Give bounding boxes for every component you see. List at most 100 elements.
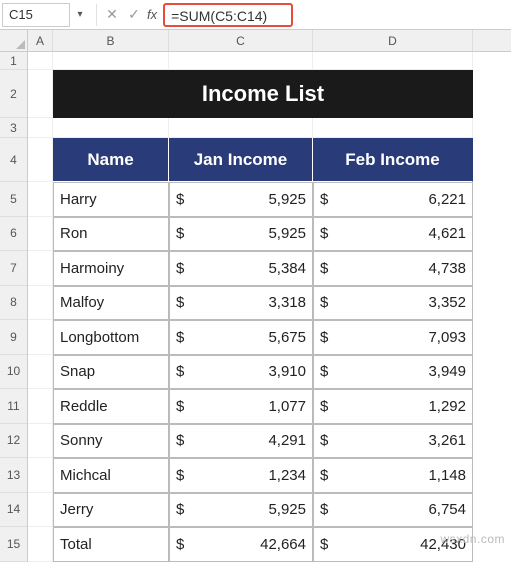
name-cell[interactable]: Longbottom [53,320,169,355]
feb-cell[interactable]: $6,221 [313,182,473,217]
jan-cell[interactable]: $4,291 [169,424,313,459]
title-banner[interactable]: Income List [53,70,473,118]
jan-cell[interactable]: $5,384 [169,251,313,286]
name-cell[interactable]: Michcal [53,458,169,493]
total-jan[interactable]: $42,664 [169,527,313,562]
jan-cell[interactable]: $3,318 [169,286,313,321]
cell-value: 6,754 [428,501,466,518]
cells: Income List Name Jan Income Feb Income H… [28,52,511,562]
row-header[interactable]: 5 [0,182,27,217]
name-cell[interactable]: Snap [53,355,169,390]
cell[interactable] [53,52,169,70]
jan-cell[interactable]: $1,077 [169,389,313,424]
cell[interactable] [28,286,53,321]
row-header[interactable]: 8 [0,286,27,321]
jan-cell[interactable]: $3,910 [169,355,313,390]
table-header-feb[interactable]: Feb Income [313,138,473,182]
cell-value: 5,384 [268,260,306,277]
cell-value: 1,292 [428,398,466,415]
jan-cell[interactable]: $1,234 [169,458,313,493]
currency-symbol: $ [320,363,328,380]
name-box[interactable]: C15 [2,3,70,27]
row-header[interactable]: 13 [0,458,27,493]
cell[interactable] [28,320,53,355]
cell[interactable] [28,389,53,424]
row-header[interactable]: 14 [0,493,27,528]
row-header[interactable]: 15 [0,527,27,562]
cell[interactable] [169,52,313,70]
jan-cell[interactable]: $5,925 [169,217,313,252]
cell-value: 5,925 [268,191,306,208]
spreadsheet: 1 2 3 4 5 6 7 8 9 10 11 12 13 14 15 A B … [0,30,511,576]
enter-icon[interactable]: ✓ [123,4,145,26]
cell[interactable] [313,118,473,138]
fx-icon[interactable]: fx [147,7,157,22]
row-header[interactable]: 6 [0,217,27,252]
currency-symbol: $ [320,398,328,415]
feb-cell[interactable]: $4,738 [313,251,473,286]
cell-value: 3,949 [428,363,466,380]
total-label[interactable]: Total [53,527,169,562]
cell-value: 5,675 [268,329,306,346]
feb-cell[interactable]: $1,292 [313,389,473,424]
row-header[interactable]: 7 [0,251,27,286]
cell[interactable] [28,118,53,138]
jan-cell[interactable]: $5,925 [169,182,313,217]
feb-cell[interactable]: $7,093 [313,320,473,355]
row-header[interactable]: 9 [0,320,27,355]
name-cell[interactable]: Sonny [53,424,169,459]
name-cell[interactable]: Harmoiny [53,251,169,286]
currency-symbol: $ [320,329,328,346]
cell[interactable] [28,355,53,390]
row-header[interactable]: 1 [0,52,27,70]
feb-cell[interactable]: $1,148 [313,458,473,493]
name-cell[interactable]: Harry [53,182,169,217]
table-header-jan[interactable]: Jan Income [169,138,313,182]
cell[interactable] [28,527,53,562]
currency-symbol: $ [320,260,328,277]
formula-input[interactable]: =SUM(C5:C14) [163,3,293,27]
cell-value: 1,077 [268,398,306,415]
col-header[interactable]: A [28,30,53,51]
row-header[interactable]: 11 [0,389,27,424]
cell[interactable] [28,458,53,493]
cell[interactable] [313,52,473,70]
feb-cell[interactable]: $3,261 [313,424,473,459]
cell[interactable] [28,251,53,286]
cell[interactable] [169,118,313,138]
row-gutter: 1 2 3 4 5 6 7 8 9 10 11 12 13 14 15 [0,30,28,576]
cell[interactable] [28,138,53,182]
cell-value: 6,221 [428,191,466,208]
row-header[interactable]: 4 [0,138,27,182]
feb-cell[interactable]: $4,621 [313,217,473,252]
select-all-corner[interactable] [0,30,28,52]
row-header[interactable]: 3 [0,118,27,138]
cell-value: 1,234 [268,467,306,484]
jan-cell[interactable]: $5,925 [169,493,313,528]
row-header[interactable]: 10 [0,355,27,390]
cell[interactable] [28,52,53,70]
name-cell[interactable]: Ron [53,217,169,252]
feb-cell[interactable]: $3,949 [313,355,473,390]
cell[interactable] [53,118,169,138]
row-header[interactable]: 12 [0,424,27,459]
name-box-dropdown-icon[interactable]: ▾ [72,9,88,20]
col-header[interactable]: D [313,30,473,51]
cancel-icon[interactable]: ✕ [101,4,123,26]
name-cell[interactable]: Malfoy [53,286,169,321]
col-header[interactable]: B [53,30,169,51]
col-header[interactable]: C [169,30,313,51]
name-cell[interactable]: Jerry [53,493,169,528]
cell[interactable] [28,424,53,459]
column-headers: A B C D [28,30,511,52]
table-header-name[interactable]: Name [53,138,169,182]
feb-cell[interactable]: $3,352 [313,286,473,321]
row-header[interactable]: 2 [0,70,27,118]
cell[interactable] [28,182,53,217]
cell[interactable] [28,217,53,252]
jan-cell[interactable]: $5,675 [169,320,313,355]
name-cell[interactable]: Reddle [53,389,169,424]
feb-cell[interactable]: $6,754 [313,493,473,528]
cell[interactable] [28,70,53,118]
cell[interactable] [28,493,53,528]
